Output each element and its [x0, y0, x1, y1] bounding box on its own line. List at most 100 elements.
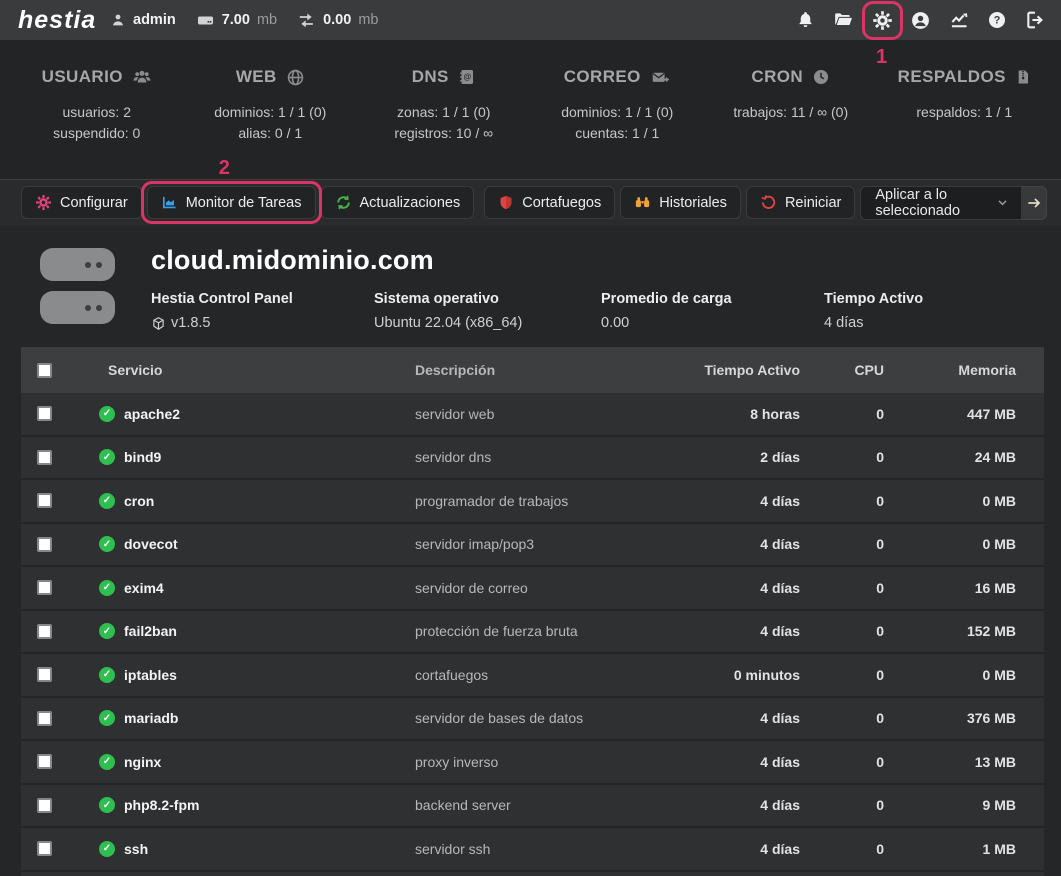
table-row[interactable]: nginx proxy inverso 4 días 0 13 MB	[21, 741, 1044, 785]
stat-cron-label: CRON	[751, 67, 803, 87]
updates-button[interactable]: Actualizaciones	[321, 186, 475, 219]
table-row[interactable]: iptables cortafuegos 0 minutos 0 0 MB	[21, 654, 1044, 698]
task-monitor-button-label: Monitor de Tareas	[186, 195, 302, 211]
service-cpu: 0	[832, 623, 912, 639]
service-uptime: 4 días	[652, 797, 832, 813]
table-row[interactable]: dovecot servidor imap/pop3 4 días 0 0 MB	[21, 524, 1044, 568]
row-checkbox[interactable]	[37, 580, 52, 595]
apply-to-selected-dropdown[interactable]: Aplicar a lo seleccionado	[860, 186, 1021, 220]
service-name: fail2ban	[124, 623, 177, 639]
question-circle-icon[interactable]: ?	[987, 10, 1007, 30]
service-memory: 152 MB	[912, 623, 1044, 639]
row-checkbox[interactable]	[37, 754, 52, 769]
stat-cron[interactable]: CRON trabajos: 11 / ∞ (0)	[704, 67, 878, 179]
configure-button[interactable]: Configurar	[21, 186, 142, 219]
service-description: backend server	[415, 797, 652, 813]
topbar-user[interactable]: admin	[110, 12, 176, 28]
table-row[interactable]: mariadb servidor de bases de datos 4 día…	[21, 698, 1044, 742]
table-row[interactable]: fail2ban protección de fuerza bruta 4 dí…	[21, 611, 1044, 655]
service-memory: 447 MB	[912, 406, 1044, 422]
stat-correo[interactable]: CORREO dominios: 1 / 1 (0) cuentas: 1 / …	[531, 67, 705, 179]
service-description: servidor de correo	[415, 580, 652, 596]
toolbar: Configurar Monitor de Tareas 2 Actualiza…	[0, 179, 1061, 225]
service-cpu: 0	[832, 710, 912, 726]
stat-web[interactable]: WEB dominios: 1 / 1 (0) alias: 0 / 1	[184, 67, 358, 179]
os-info-block: Sistema operativo Ubuntu 22.04 (x86_64)	[374, 291, 601, 331]
stat-usuario-label: USUARIO	[42, 67, 123, 87]
stat-correo-line2: cuentas: 1 / 1	[531, 123, 705, 144]
refresh-icon	[335, 194, 352, 211]
row-checkbox[interactable]	[37, 406, 52, 421]
services-table-body: apache2 servidor web 8 horas 0 447 MB bi…	[21, 393, 1044, 872]
stat-respaldos-line1: respaldos: 1 / 1	[878, 102, 1052, 123]
table-row[interactable]: bind9 servidor dns 2 días 0 24 MB	[21, 437, 1044, 481]
restart-button[interactable]: Reiniciar	[746, 186, 855, 219]
service-uptime: 4 días	[652, 493, 832, 509]
updates-button-label: Actualizaciones	[360, 195, 461, 211]
stat-respaldos[interactable]: RESPALDOS respaldos: 1 / 1	[878, 67, 1052, 179]
row-checkbox[interactable]	[37, 493, 52, 508]
service-cpu: 0	[832, 667, 912, 683]
table-row[interactable]: apache2 servidor web 8 horas 0 447 MB	[21, 393, 1044, 437]
table-row[interactable]: ssh servidor ssh 4 días 0 1 MB	[21, 828, 1044, 872]
folder-open-icon[interactable]	[832, 10, 855, 30]
user-circle-icon[interactable]	[910, 10, 931, 31]
stat-usuario-line1: usuarios: 2	[10, 102, 184, 123]
table-row[interactable]: php8.2-fpm backend server 4 días 0 9 MB	[21, 785, 1044, 829]
service-description: servidor web	[415, 406, 652, 422]
row-checkbox[interactable]	[37, 667, 52, 682]
annotation-label-step2: 2	[219, 157, 230, 180]
select-all-checkbox[interactable]	[37, 363, 52, 378]
user-icon	[110, 12, 126, 28]
task-monitor-button[interactable]: Monitor de Tareas	[147, 186, 316, 219]
service-cpu: 0	[832, 754, 912, 770]
gear-icon[interactable]: 1	[872, 10, 893, 31]
panel-info-block: Hestia Control Panel v1.8.5	[151, 291, 374, 331]
load-value: 0.00	[601, 315, 824, 331]
row-checkbox[interactable]	[37, 624, 52, 639]
services-table: Servicio Descripción Tiempo Activo CPU M…	[21, 347, 1044, 876]
logs-button[interactable]: Historiales	[620, 186, 741, 219]
service-name: bind9	[124, 449, 161, 465]
chevron-down-icon	[996, 196, 1009, 209]
monitor-button-wrap: Monitor de Tareas 2	[147, 186, 316, 219]
service-memory: 1 MB	[912, 841, 1044, 857]
row-checkbox[interactable]	[37, 798, 52, 813]
bell-icon[interactable]	[796, 10, 815, 30]
stat-web-line1: dominios: 1 / 1 (0)	[184, 102, 358, 123]
topbar-username: admin	[133, 12, 176, 28]
header-cpu: CPU	[832, 362, 912, 378]
stat-dns-line2: registros: 10 / ∞	[357, 123, 531, 144]
os-label: Sistema operativo	[374, 291, 601, 307]
service-cpu: 0	[832, 449, 912, 465]
service-uptime: 8 horas	[652, 406, 832, 422]
table-row[interactable]: exim4 servidor de correo 4 días 0 16 MB	[21, 567, 1044, 611]
server-main: cloud.midominio.com Hestia Control Panel…	[151, 241, 1047, 345]
globe-icon	[286, 68, 305, 87]
net-unit: mb	[358, 12, 378, 28]
server-hostname: cloud.midominio.com	[151, 245, 1047, 276]
apply-go-button[interactable]	[1022, 186, 1047, 220]
os-value: Ubuntu 22.04 (x86_64)	[374, 315, 601, 331]
header-memory: Memoria	[912, 362, 1044, 378]
stat-dns[interactable]: DNS @ zonas: 1 / 1 (0) registros: 10 / ∞	[357, 67, 531, 179]
service-cpu: 0	[832, 406, 912, 422]
row-checkbox[interactable]	[37, 537, 52, 552]
table-row[interactable]: cron programador de trabajos 4 días 0 0 …	[21, 480, 1044, 524]
service-uptime: 0 minutos	[652, 667, 832, 683]
hestia-logo[interactable]: hestia	[18, 6, 110, 35]
logout-icon[interactable]	[1024, 10, 1045, 30]
status-ok-icon	[99, 797, 115, 813]
row-checkbox[interactable]	[37, 711, 52, 726]
service-name: exim4	[124, 580, 164, 596]
chart-line-icon[interactable]	[948, 10, 970, 30]
stat-usuario[interactable]: USUARIO usuarios: 2 suspendido: 0	[10, 67, 184, 179]
service-description: protección de fuerza bruta	[415, 623, 652, 639]
service-cpu: 0	[832, 797, 912, 813]
shield-icon	[498, 194, 514, 211]
firewall-button[interactable]: Cortafuegos	[484, 186, 615, 219]
stat-dns-label: DNS	[412, 67, 449, 87]
service-name: nginx	[124, 754, 161, 770]
row-checkbox[interactable]	[37, 450, 52, 465]
row-checkbox[interactable]	[37, 841, 52, 856]
